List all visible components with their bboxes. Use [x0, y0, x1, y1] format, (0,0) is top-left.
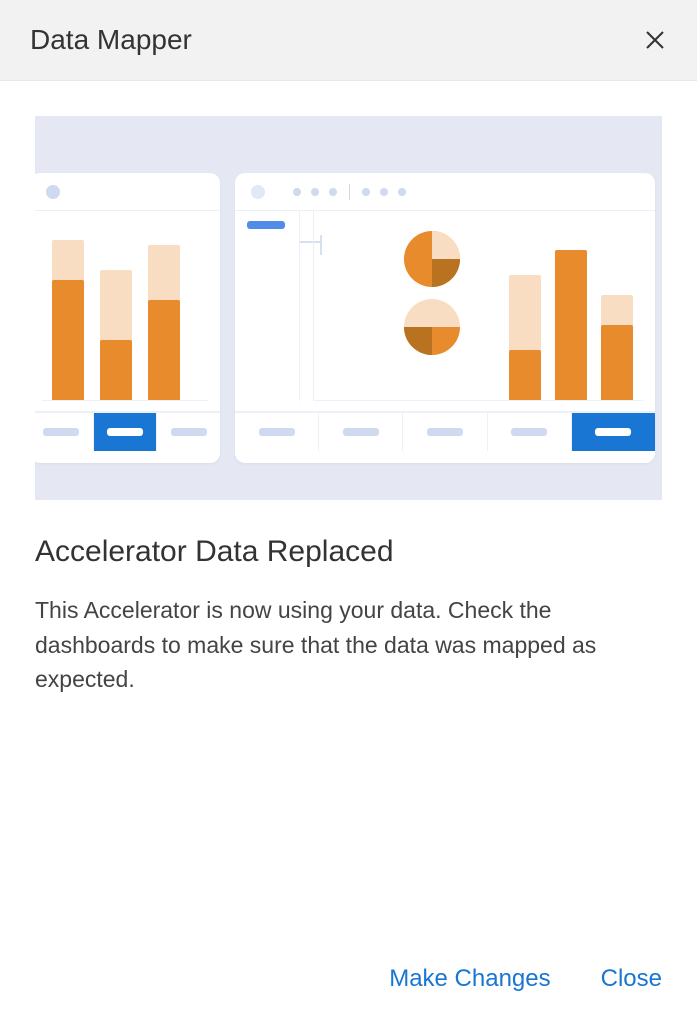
- dashboard-illustration: [35, 116, 662, 500]
- dialog-title: Data Mapper: [30, 24, 192, 56]
- content-heading: Accelerator Data Replaced: [35, 535, 662, 569]
- illustration-dashboard-right: [235, 173, 655, 463]
- illustration-dashboard-left: [35, 173, 220, 463]
- illustration-container: [0, 81, 697, 535]
- dialog-header: Data Mapper: [0, 0, 697, 81]
- make-changes-button[interactable]: Make Changes: [389, 965, 550, 993]
- content-body: This Accelerator is now using your data.…: [35, 593, 662, 697]
- close-button[interactable]: Close: [601, 965, 662, 993]
- dialog-content: Accelerator Data Replaced This Accelerat…: [0, 535, 697, 697]
- close-icon[interactable]: [643, 28, 667, 52]
- dialog-footer: Make Changes Close: [389, 965, 662, 993]
